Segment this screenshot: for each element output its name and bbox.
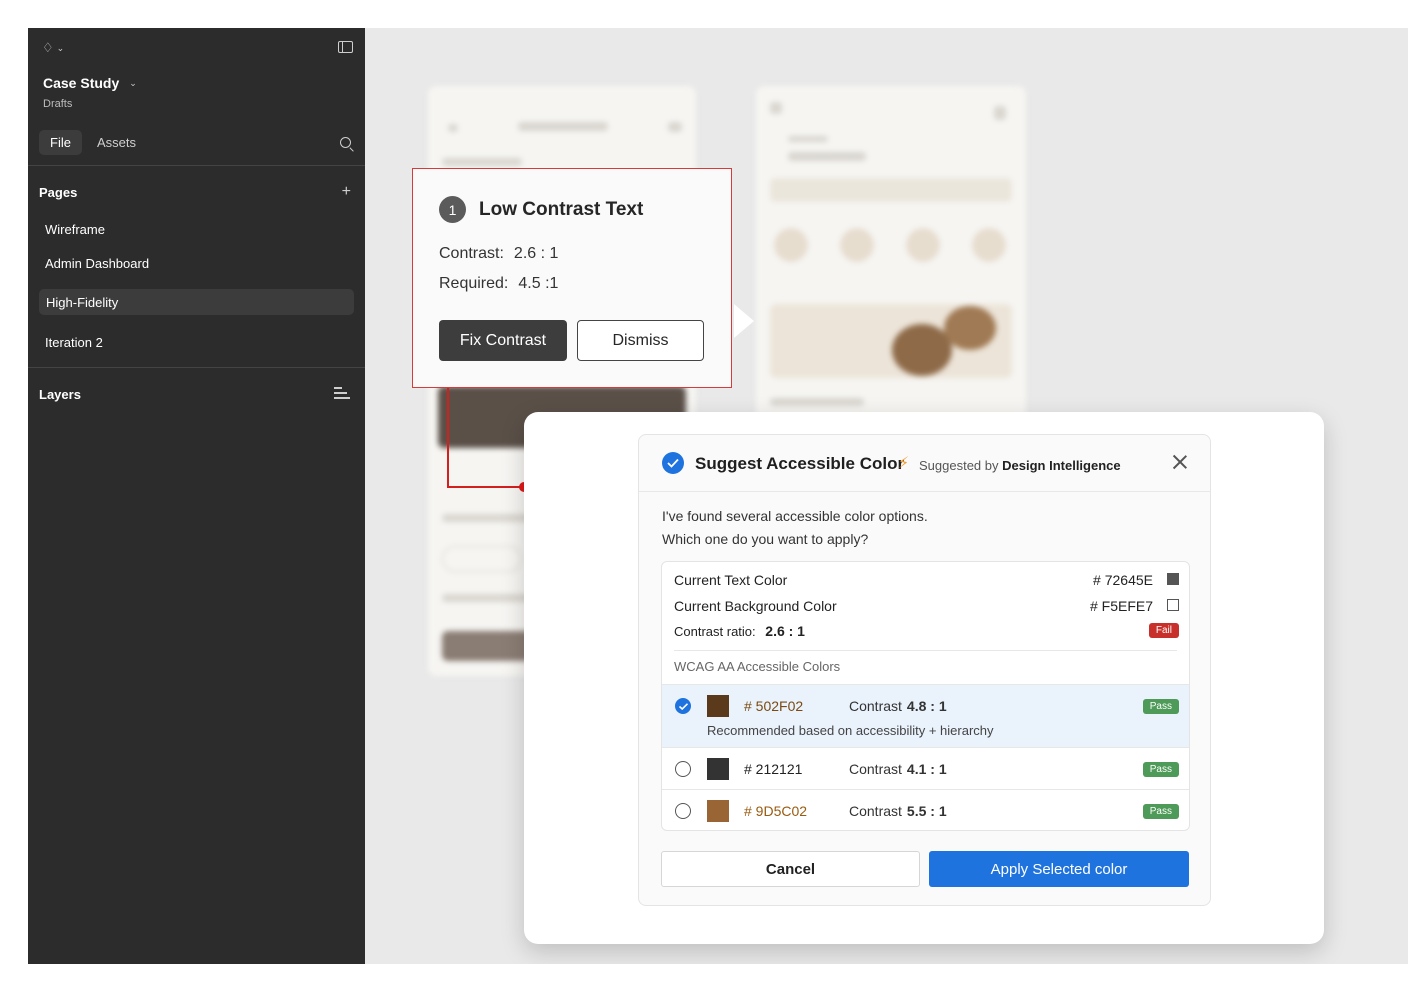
option-contrast: Contrast 4.1 : 1 [849, 761, 947, 777]
app-menu[interactable]: ♢ ⌄ [42, 40, 64, 56]
dismiss-button[interactable]: Dismiss [577, 320, 704, 361]
current-text-hex: # 72645E [1093, 572, 1153, 588]
pass-badge: Pass [1142, 762, 1179, 777]
divider [674, 650, 1177, 651]
chevron-down-icon: ⌄ [56, 42, 65, 53]
contrast-line: Contrast: 2.6 : 1 [439, 245, 559, 262]
option-hex: # 9D5C02 [744, 803, 808, 819]
low-contrast-callout: 1 Low Contrast Text Contrast: 2.6 : 1 Req… [412, 168, 732, 388]
suggest-color-panel: Suggest Accessible Color ⚡ Suggested by … [638, 434, 1211, 906]
current-bg-label: Current Background Color [674, 598, 837, 614]
modal-backdrop-card: Suggest Accessible Color ⚡ Suggested by … [524, 412, 1324, 944]
add-page-icon[interactable]: + [342, 184, 351, 200]
fix-contrast-button[interactable]: Fix Contrast [439, 320, 567, 361]
radio-selected[interactable] [675, 698, 691, 714]
mock-screen-home [756, 86, 1026, 426]
page-item-admin-dashboard[interactable]: Admin Dashboard [39, 250, 354, 276]
option-contrast: Contrast 5.5 : 1 [849, 803, 947, 819]
option-hex: # 502F02 [744, 698, 804, 714]
panel-header: Suggest Accessible Color ⚡ Suggested by … [639, 435, 1210, 492]
color-option-9d5c02[interactable]: # 9D5C02 Contrast 5.5 : 1 Pass [662, 789, 1189, 830]
current-text-swatch [1167, 573, 1179, 585]
divider [28, 367, 365, 368]
page-item-high-fidelity[interactable]: High-Fidelity [39, 289, 354, 315]
current-bg-swatch [1167, 599, 1179, 611]
pass-badge: Pass [1142, 699, 1179, 714]
figma-logo-icon: ♢ [42, 40, 54, 55]
color-options-card: Current Text Color # 72645E Current Back… [661, 561, 1190, 831]
callout-arrow [734, 304, 754, 338]
cancel-button[interactable]: Cancel [661, 851, 920, 887]
canvas[interactable]: ♢ ⌄ Case Study ⌄ Drafts File Assets Page… [28, 28, 1408, 964]
lightning-icon: ⚡ [898, 455, 910, 472]
search-icon[interactable] [340, 137, 351, 148]
section-label: WCAG AA Accessible Colors [674, 659, 841, 674]
intro-text-2: Which one do you want to apply? [662, 531, 869, 547]
current-bg-hex: # F5EFE7 [1089, 598, 1153, 614]
pages-title: Pages [39, 185, 78, 200]
page-item-iteration-2[interactable]: Iteration 2 [39, 329, 354, 355]
layers-title: Layers [39, 387, 81, 402]
color-swatch [707, 758, 729, 780]
suggested-by: Suggested by Design Intelligence [919, 458, 1121, 473]
project-title[interactable]: Case Study ⌄ [43, 75, 137, 91]
color-option-502f02[interactable]: # 502F02 Contrast 4.8 : 1 Pass Recommende… [662, 684, 1189, 747]
option-contrast: Contrast 4.8 : 1 [849, 698, 947, 714]
fail-badge: Fail [1148, 623, 1179, 638]
connector-line [447, 388, 449, 488]
connector-line [447, 486, 523, 488]
callout-title: Low Contrast Text [479, 199, 644, 220]
panel-toggle-icon[interactable] [338, 41, 353, 53]
page-item-wireframe[interactable]: Wireframe [39, 216, 354, 242]
color-swatch [707, 800, 729, 822]
tab-assets[interactable]: Assets [86, 130, 147, 155]
file-tabs: File Assets [39, 130, 147, 155]
tab-file[interactable]: File [39, 130, 82, 155]
intro-text-1: I've found several accessible color opti… [662, 508, 928, 524]
current-text-label: Current Text Color [674, 572, 788, 588]
contrast-ratio: Contrast ratio: 2.6 : 1 [674, 623, 805, 639]
recommendation-note: Recommended based on accessibility + hie… [707, 723, 994, 738]
required-line: Required: 4.5 :1 [439, 275, 559, 292]
apply-selected-color-button[interactable]: Apply Selected color [929, 851, 1189, 887]
color-option-212121[interactable]: # 212121 Contrast 4.1 : 1 Pass [662, 747, 1189, 789]
panel-title: Suggest Accessible Color [695, 454, 905, 473]
color-swatch [707, 695, 729, 717]
option-hex: # 212121 [744, 761, 803, 777]
layers-menu-icon[interactable] [334, 386, 350, 400]
sidebar: ♢ ⌄ Case Study ⌄ Drafts File Assets Page… [28, 28, 365, 964]
divider [28, 165, 365, 166]
check-circle-icon [662, 452, 684, 474]
radio-unselected[interactable] [675, 761, 691, 777]
radio-unselected[interactable] [675, 803, 691, 819]
project-subtitle: Drafts [43, 98, 73, 110]
chevron-down-icon: ⌄ [129, 77, 137, 88]
issue-number-badge: 1 [439, 196, 466, 223]
close-icon[interactable] [1172, 454, 1188, 470]
pass-badge: Pass [1142, 804, 1179, 819]
